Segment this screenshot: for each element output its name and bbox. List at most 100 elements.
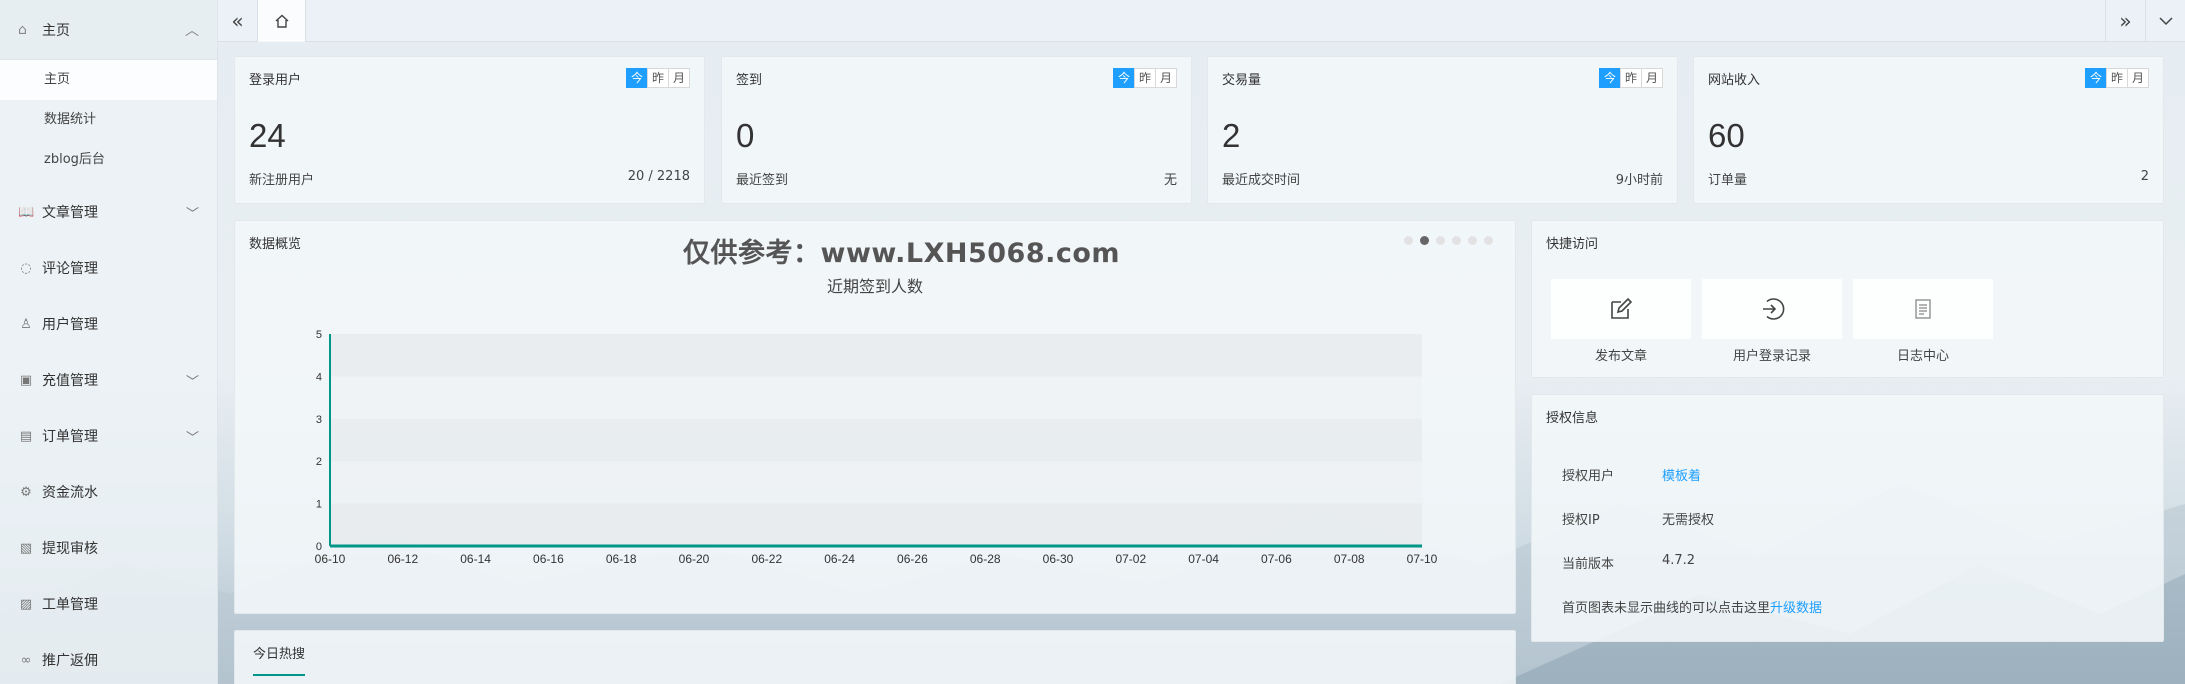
data-overview-panel: 0 1 2 3 4 5 06-10 06-12 06-14 06-16 06-18 06-20 06-2… xyxy=(234,220,1516,614)
order-icon: ▤ xyxy=(19,428,33,444)
tab-home[interactable] xyxy=(258,0,306,42)
carousel-dot[interactable] xyxy=(1484,236,1493,245)
sidebar-item-comments[interactable]: ◌ 评论管理 xyxy=(0,240,217,296)
y-tick-label: 4 xyxy=(316,371,322,383)
y-tick-label: 5 xyxy=(316,329,322,341)
sidebar-item-label: 资金流水 xyxy=(42,485,98,501)
stat-sub-label: 新注册用户 xyxy=(249,173,315,188)
period-today-button[interactable]: 今 xyxy=(1599,68,1621,88)
sidebar-item-recharge[interactable]: ▣ 充值管理 ﹀ xyxy=(0,352,217,408)
sidebar-item-label: 充值管理 xyxy=(42,373,98,389)
collapse-sidebar-button[interactable]: « xyxy=(218,0,258,42)
quick-access-label: 发布文章 xyxy=(1594,349,1647,364)
stat-sub-value: 9小时前 xyxy=(1615,173,1663,188)
chart-grid-band xyxy=(330,461,1422,504)
carousel-dot[interactable] xyxy=(1436,236,1445,245)
sidebar-subitem-home[interactable]: 主页 xyxy=(0,60,217,100)
sidebar-subitem-zblog[interactable]: zblog后台 xyxy=(0,140,217,180)
stat-sub-label: 订单量 xyxy=(1708,173,1748,188)
version-label: 当前版本 xyxy=(1562,557,1615,572)
stat-card-revenue: 网站收入 今 昨 月 60 订单量 2 xyxy=(1693,56,2164,204)
carousel-dot[interactable] xyxy=(1452,236,1461,245)
x-tick-label: 06-28 xyxy=(970,552,1001,566)
period-today-button[interactable]: 今 xyxy=(1113,68,1135,88)
period-toggle: 今 昨 月 xyxy=(1113,68,1177,88)
log-icon xyxy=(1915,299,1931,319)
x-tick-label: 06-10 xyxy=(315,552,346,566)
chart-grid-band xyxy=(330,334,1422,377)
period-today-button[interactable]: 今 xyxy=(626,68,648,88)
stat-sub-value: 无 xyxy=(1163,173,1177,188)
log-center-button[interactable] xyxy=(1853,279,1993,339)
sidebar-item-tickets[interactable]: ▨ 工单管理 xyxy=(0,576,217,632)
double-chevron-right-icon: » xyxy=(2119,9,2132,33)
sidebar-item-articles[interactable]: 📖 文章管理 ﹀ xyxy=(0,184,217,240)
period-yesterday-button[interactable]: 昨 xyxy=(1134,68,1156,88)
x-tick-label: 07-04 xyxy=(1188,552,1219,566)
upgrade-note: 首页图表未显示曲线的可以点击这里升级数据 xyxy=(1562,597,1822,616)
sidebar-item-users[interactable]: ♙ 用户管理 xyxy=(0,296,217,352)
withdraw-icon: ▧ xyxy=(19,540,33,556)
chart-grid-band xyxy=(330,418,1422,462)
sidebar-item-label: 用户管理 xyxy=(42,317,98,333)
x-tick-label: 06-26 xyxy=(897,552,928,566)
sidebar-item-promotion[interactable]: ∞ 推广返佣 xyxy=(0,632,217,684)
quick-access-label: 日志中心 xyxy=(1896,349,1949,364)
period-yesterday-button[interactable]: 昨 xyxy=(2106,68,2128,88)
card-title: 登录用户 xyxy=(249,73,302,88)
auth-info-panel: 授权信息 授权用户 模板着 授权IP 无需授权 当前版本 4.7.2 首页图表未… xyxy=(1531,394,2164,642)
stat-sub-label: 最近签到 xyxy=(736,173,789,188)
panel-title: 快捷访问 xyxy=(1546,237,1599,252)
publish-article-button[interactable] xyxy=(1551,279,1691,339)
y-tick-label: 2 xyxy=(316,456,322,468)
quick-access-panel: 快捷访问 发布文章 用户登录记录 日志中心 xyxy=(1531,220,2164,378)
sidebar-item-withdraw[interactable]: ▧ 提现审核 xyxy=(0,520,217,576)
home-icon xyxy=(275,14,288,28)
stat-value: 0 xyxy=(736,117,755,154)
sidebar-subitem-stats[interactable]: 数据统计 xyxy=(0,100,217,140)
auth-user-label: 授权用户 xyxy=(1562,469,1615,484)
stat-card-login-users: 登录用户 今 昨 月 24 新注册用户 20 / 2218 xyxy=(234,56,705,204)
home-icon: ⌂ xyxy=(18,21,27,38)
quick-access-label: 用户登录记录 xyxy=(1732,349,1811,364)
user-login-records-button[interactable] xyxy=(1702,279,1842,339)
stat-card-checkin: 签到 今 昨 月 0 最近签到 无 xyxy=(721,56,1192,204)
sidebar-item-orders[interactable]: ▤ 订单管理 ﹀ xyxy=(0,408,217,464)
sidebar-item-home[interactable]: ⌂ 主页 ︿ xyxy=(0,0,217,60)
period-toggle: 今 昨 月 xyxy=(626,68,690,88)
top-bar: « » xyxy=(218,0,2185,42)
period-month-button[interactable]: 月 xyxy=(668,68,690,88)
x-tick-label: 06-24 xyxy=(824,552,855,566)
card-title: 网站收入 xyxy=(1708,73,1761,88)
auth-user-link[interactable]: 模板着 xyxy=(1662,465,1701,484)
carousel-dot[interactable] xyxy=(1420,236,1429,245)
y-tick-label: 1 xyxy=(316,499,322,511)
x-tick-label: 06-12 xyxy=(387,552,418,566)
period-month-button[interactable]: 月 xyxy=(1641,68,1663,88)
period-yesterday-button[interactable]: 昨 xyxy=(1620,68,1642,88)
user-icon: ♙ xyxy=(20,316,32,332)
x-tick-label: 07-08 xyxy=(1334,552,1365,566)
auth-ip-label: 授权IP xyxy=(1562,513,1600,528)
period-toggle: 今 昨 月 xyxy=(1599,68,1663,88)
sidebar-submenu: 主页 数据统计 zblog后台 xyxy=(0,60,217,180)
stat-value: 60 xyxy=(1708,117,1745,154)
upgrade-data-link[interactable]: 升级数据 xyxy=(1770,601,1822,616)
period-toggle: 今 昨 月 xyxy=(2085,68,2149,88)
period-month-button[interactable]: 月 xyxy=(2127,68,2149,88)
period-yesterday-button[interactable]: 昨 xyxy=(647,68,669,88)
period-today-button[interactable]: 今 xyxy=(2085,68,2107,88)
carousel-dot[interactable] xyxy=(1404,236,1413,245)
hot-search-panel: 今日热搜 xyxy=(234,630,1516,684)
period-month-button[interactable]: 月 xyxy=(1155,68,1177,88)
sidebar-item-funds[interactable]: ⚙ 资金流水 xyxy=(0,464,217,520)
sidebar-item-label: 主页 xyxy=(42,22,70,39)
panel-title: 数据概览 xyxy=(249,237,302,252)
tab-hot-search[interactable]: 今日热搜 xyxy=(253,643,306,676)
login-icon xyxy=(1763,298,1785,320)
carousel-dot[interactable] xyxy=(1468,236,1477,245)
tabs-next-button[interactable]: » xyxy=(2105,0,2145,42)
sidebar: ⌂ 主页 ︿ 主页 数据统计 zblog后台 📖 文章管理 ﹀ ◌ 评论管理 ♙… xyxy=(0,0,218,684)
tabs-dropdown-button[interactable] xyxy=(2145,0,2185,42)
x-tick-label: 06-14 xyxy=(460,552,491,566)
